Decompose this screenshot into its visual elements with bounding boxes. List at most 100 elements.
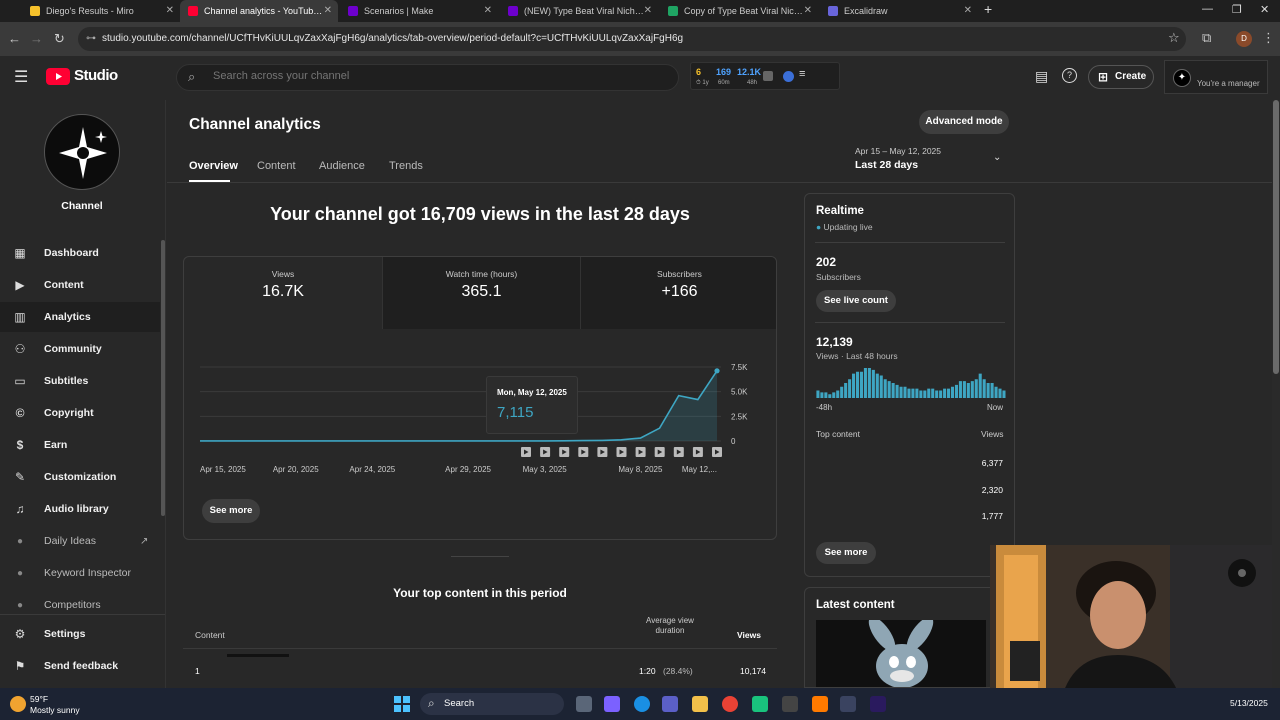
chrome-icon[interactable] bbox=[722, 696, 738, 712]
realtime-bar-chart[interactable] bbox=[816, 366, 1006, 398]
browser-tab-youtube-studio[interactable]: Channel analytics - YouTube Studio ✕ bbox=[180, 0, 338, 22]
sidebar-item-content[interactable]: ▶ Content bbox=[0, 270, 160, 300]
realtime-top-value[interactable]: 2,320 bbox=[955, 485, 1003, 495]
tab-trends[interactable]: Trends bbox=[389, 160, 423, 172]
realtime-bar[interactable] bbox=[852, 373, 856, 398]
realtime-bar[interactable] bbox=[982, 379, 986, 398]
date-range-picker[interactable]: Apr 15 – May 12, 2025 Last 28 days ⌄ bbox=[855, 146, 1005, 171]
realtime-bar[interactable] bbox=[974, 379, 978, 398]
realtime-bar[interactable] bbox=[820, 392, 824, 398]
studio-logo-text[interactable]: Studio bbox=[74, 67, 118, 84]
search-input[interactable] bbox=[213, 70, 653, 82]
browser-tab-miro[interactable]: Diego's Results - Miro ✕ bbox=[22, 0, 180, 22]
tab-content[interactable]: Content bbox=[257, 160, 296, 172]
sidebar-item-daily-ideas[interactable]: ● Daily Ideas ↗ bbox=[0, 526, 160, 556]
realtime-bar[interactable] bbox=[923, 390, 927, 399]
realtime-bar[interactable] bbox=[935, 390, 939, 399]
realtime-bar[interactable] bbox=[855, 371, 860, 398]
browser-menu-icon[interactable]: ⋮ bbox=[1262, 30, 1275, 46]
help-icon[interactable]: ? bbox=[1062, 68, 1077, 83]
realtime-bar[interactable] bbox=[950, 386, 955, 398]
realtime-bar[interactable] bbox=[883, 379, 887, 398]
sidebar-item-audio-library[interactable]: ♫ Audio library bbox=[0, 494, 160, 524]
realtime-bar[interactable] bbox=[867, 368, 871, 398]
realtime-bar[interactable] bbox=[859, 371, 863, 398]
realtime-bar[interactable] bbox=[931, 388, 935, 398]
app-dark-icon[interactable] bbox=[840, 696, 856, 712]
sidebar-item-send-feedback[interactable]: ⚑ Send feedback bbox=[0, 651, 160, 681]
realtime-bar[interactable] bbox=[816, 390, 820, 399]
channel-search[interactable]: ⌕ bbox=[176, 64, 679, 91]
table-row[interactable]: 1 1:20 (28.4%) 10,174 bbox=[183, 664, 777, 680]
tab-audience[interactable]: Audience bbox=[319, 160, 365, 172]
site-info-icon[interactable]: ⊶ bbox=[86, 27, 96, 51]
realtime-bar[interactable] bbox=[875, 373, 879, 398]
realtime-bar[interactable] bbox=[824, 392, 828, 398]
col-header-views[interactable]: Views bbox=[737, 630, 761, 640]
realtime-bar[interactable] bbox=[828, 394, 832, 398]
metric-watch-time[interactable]: Watch time (hours) 365.1 bbox=[382, 257, 580, 329]
realtime-bar[interactable] bbox=[907, 388, 911, 398]
page-scrollbar-thumb[interactable] bbox=[1273, 100, 1279, 374]
widget-menu-icon[interactable]: ≡ bbox=[799, 68, 805, 80]
sidebar-item-copyright[interactable]: © Copyright bbox=[0, 398, 160, 428]
minimize-icon[interactable]: — bbox=[1202, 3, 1213, 15]
task-view-icon[interactable] bbox=[576, 696, 592, 712]
realtime-bar[interactable] bbox=[899, 386, 903, 398]
see-live-count-button[interactable]: See live count bbox=[816, 290, 896, 312]
file-explorer-icon[interactable] bbox=[692, 696, 708, 712]
realtime-bar[interactable] bbox=[840, 386, 844, 398]
app-orange-icon[interactable] bbox=[812, 696, 828, 712]
messages-icon[interactable]: ▤ bbox=[1035, 68, 1048, 85]
realtime-bar[interactable] bbox=[919, 390, 923, 399]
sidebar-item-subtitles[interactable]: ▭ Subtitles bbox=[0, 366, 160, 396]
realtime-bar[interactable] bbox=[895, 384, 899, 398]
advanced-mode-button[interactable]: Advanced mode bbox=[919, 110, 1009, 134]
taskbar-date[interactable]: 5/13/2025 bbox=[1230, 698, 1268, 708]
widget-logo-icon[interactable] bbox=[783, 71, 794, 82]
new-tab-icon[interactable]: + bbox=[984, 1, 992, 17]
url-field[interactable]: ⊶ studio.youtube.com/channel/UCfTHvKiUUL… bbox=[78, 27, 1186, 51]
close-tab-icon[interactable]: ✕ bbox=[484, 5, 492, 16]
weather-desc[interactable]: Mostly sunny bbox=[30, 705, 80, 715]
realtime-bar[interactable] bbox=[879, 375, 883, 399]
realtime-bar[interactable] bbox=[844, 383, 848, 398]
realtime-bar[interactable] bbox=[966, 383, 970, 398]
latest-video-thumbnail[interactable] bbox=[816, 620, 986, 687]
reload-icon[interactable]: ↻ bbox=[54, 31, 65, 47]
weather-temp[interactable]: 59°F bbox=[30, 694, 48, 704]
edge-icon[interactable] bbox=[634, 696, 650, 712]
realtime-see-more-button[interactable]: See more bbox=[816, 542, 876, 564]
realtime-bar[interactable] bbox=[978, 373, 982, 398]
realtime-bar[interactable] bbox=[1002, 390, 1006, 399]
app-green-icon[interactable] bbox=[752, 696, 768, 712]
col-header-avd[interactable]: Average view duration bbox=[635, 616, 705, 636]
realtime-bar[interactable] bbox=[911, 388, 915, 398]
close-tab-icon[interactable]: ✕ bbox=[964, 5, 972, 16]
realtime-bar[interactable] bbox=[962, 381, 966, 398]
sidebar-item-earn[interactable]: $ Earn bbox=[0, 430, 160, 460]
bookmark-star-icon[interactable]: ☆ bbox=[1168, 30, 1180, 46]
copilot-icon[interactable] bbox=[604, 696, 620, 712]
channel-avatar[interactable] bbox=[44, 114, 120, 190]
app-gray-icon[interactable] bbox=[782, 696, 798, 712]
after-effects-icon[interactable] bbox=[870, 696, 886, 712]
browser-tab-excalidraw[interactable]: Excalidraw ✕ bbox=[820, 0, 978, 22]
sidebar-item-dashboard[interactable]: ▦ Dashboard bbox=[0, 238, 160, 268]
realtime-bar[interactable] bbox=[887, 381, 891, 398]
realtime-bar[interactable] bbox=[863, 368, 867, 398]
widget-toggle-icon[interactable] bbox=[763, 71, 773, 81]
browser-tab-make[interactable]: Scenarios | Make ✕ bbox=[340, 0, 498, 22]
maximize-icon[interactable]: ❐ bbox=[1232, 3, 1242, 16]
views-chart[interactable]: 0 2.5K 5.0K 7.5K Apr 15, 2025 Apr 20, 2025 Apr… bbox=[184, 329, 777, 489]
forward-icon[interactable]: → bbox=[30, 31, 43, 46]
realtime-bar[interactable] bbox=[958, 381, 962, 398]
create-button[interactable]: ⊞ Create bbox=[1088, 65, 1154, 89]
realtime-bar[interactable] bbox=[990, 383, 994, 398]
sidebar-item-competitors[interactable]: ● Competitors bbox=[0, 590, 160, 620]
hamburger-menu-icon[interactable]: ☰ bbox=[14, 67, 28, 87]
close-tab-icon[interactable]: ✕ bbox=[166, 5, 174, 16]
realtime-bar[interactable] bbox=[891, 383, 895, 398]
realtime-top-value[interactable]: 6,377 bbox=[955, 458, 1003, 468]
sidebar-item-customization[interactable]: ✎ Customization bbox=[0, 462, 160, 492]
